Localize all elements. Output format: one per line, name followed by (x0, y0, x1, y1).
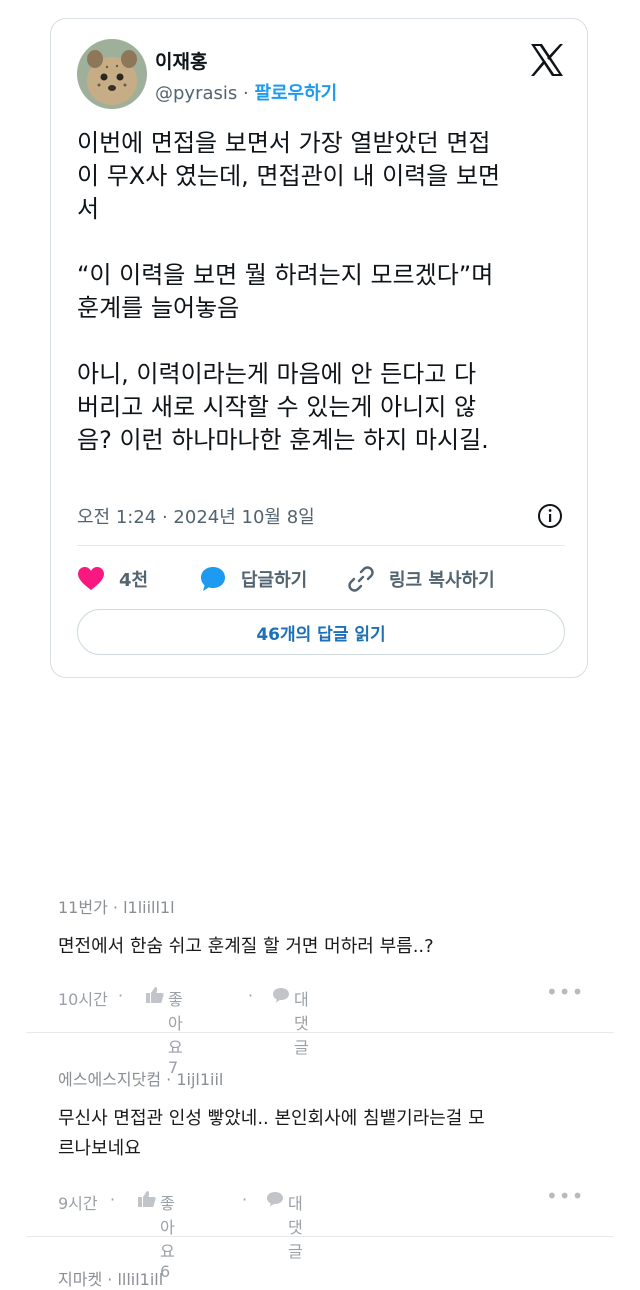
comment-meta: 11번가 · l1liill1l (58, 898, 175, 917)
reply-label: 답글하기 (241, 570, 308, 591)
thumbs-up-icon (146, 987, 164, 1003)
comment-item: 11번가 · l1liill1l 면전에서 한숨 쉬고 훈계질 할 거면 머하러… (58, 894, 618, 1077)
follow-button[interactable]: 팔로우하기 (254, 83, 337, 104)
author-handle[interactable]: @pyrasis (155, 83, 237, 104)
more-options-icon[interactable]: ••• (546, 980, 584, 1004)
link-icon (348, 566, 374, 592)
comment-separator: · (242, 1190, 248, 1209)
heart-icon (78, 567, 104, 590)
comment-actions: 9시간 · 좋아요 6 · 대댓글 ••• (58, 1184, 618, 1281)
like-comment-button[interactable]: 좋아요 7 (146, 986, 183, 1077)
comment-author[interactable]: 11번가 (58, 898, 108, 917)
comment-time: 10시간 (58, 990, 108, 1009)
comment-separator: · (248, 986, 254, 1005)
comment-item: 에스에스지닷컴 · 1ijl1iil 무신사 면접관 인성 빻았네.. 본인회사… (58, 1066, 618, 1281)
like-count: 4천 (119, 570, 149, 591)
comment-author[interactable]: 에스에스지닷컴 (58, 1070, 161, 1089)
reply-button[interactable]: 답글하기 (199, 565, 307, 593)
comment-item: 지마켓 · lllil1ill (58, 1266, 618, 1290)
speech-bubble-icon (267, 1192, 283, 1207)
reply-comment-label: 대댓글 (294, 990, 309, 1057)
comment-divider (26, 1032, 614, 1033)
x-logo-icon[interactable] (529, 43, 565, 77)
reply-bubble-icon (201, 567, 225, 591)
copy-link-button[interactable]: 링크 복사하기 (347, 565, 495, 593)
like-comment-button[interactable]: 좋아요 6 (138, 1190, 175, 1281)
comment-user-id: 1ijl1iil (176, 1070, 224, 1089)
comment-separator: · (110, 1190, 116, 1209)
reply-comment-label: 대댓글 (288, 1194, 303, 1261)
comment-time: 9시간 (58, 1194, 98, 1213)
divider (77, 545, 565, 546)
reply-comment-button[interactable]: 대댓글 (266, 1190, 303, 1261)
info-icon[interactable] (537, 503, 563, 529)
tweet-timestamp[interactable]: 오전 1:24 · 2024년 10월 8일 (77, 503, 315, 529)
more-options-icon[interactable]: ••• (546, 1184, 584, 1208)
avatar[interactable] (77, 39, 147, 109)
comment-user-id: l1liill1l (123, 898, 175, 917)
speech-bubble-icon (273, 988, 289, 1003)
read-replies-button[interactable]: 46개의 답글 읽기 (77, 609, 565, 655)
comment-meta: 에스에스지닷컴 · 1ijl1iil (58, 1070, 224, 1089)
author-name[interactable]: 이재홍 (155, 47, 207, 74)
tweet-text: 이번에 면접을 보면서 가장 열받았던 면접 이 무X사 였는데, 면접관이 내… (77, 129, 501, 454)
comment-meta: 지마켓 · lllil1ill (58, 1270, 164, 1289)
tweet-card: 이재홍 @pyrasis · 팔로우하기 이번에 면접을 보면서 가장 열받았던… (50, 18, 588, 678)
comment-actions: 10시간 · 좋아요 7 · 대댓글 ••• (58, 980, 618, 1077)
comment-separator: · (118, 986, 124, 1005)
comment-text: 무신사 면접관 인성 빻았네.. 본인회사에 침뱉기라는걸 모 르나보네요 (58, 1108, 485, 1159)
like-button[interactable]: 4천 (77, 565, 148, 593)
comment-divider (26, 1236, 614, 1237)
separator-dot: · (237, 83, 255, 104)
author-handle-row: @pyrasis · 팔로우하기 (155, 79, 337, 105)
thumbs-up-icon (138, 1191, 156, 1207)
comment-text: 면전에서 한숨 쉬고 훈계질 할 거면 머하러 부름..? (58, 936, 434, 957)
reply-comment-button[interactable]: 대댓글 (272, 986, 309, 1057)
copy-link-label: 링크 복사하기 (389, 570, 495, 591)
